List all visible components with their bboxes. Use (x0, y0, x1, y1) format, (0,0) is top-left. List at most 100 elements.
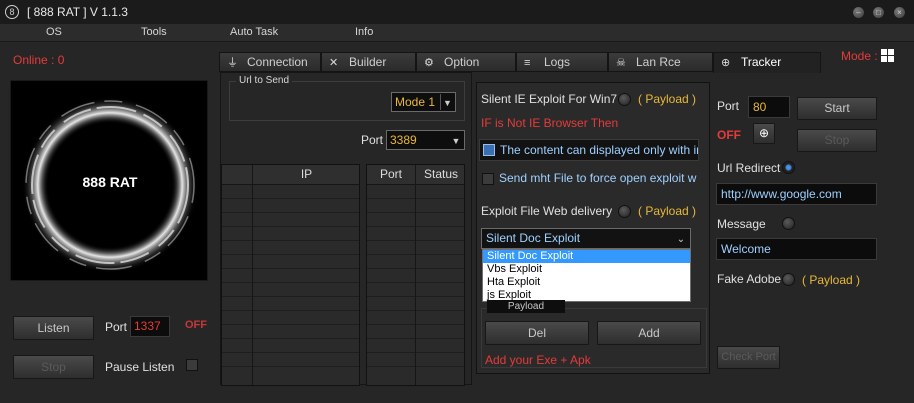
exploit-option[interactable]: Hta Exploit (483, 276, 690, 289)
exploit-option[interactable]: Silent Doc Exploit (483, 250, 690, 263)
tab-logs[interactable]: ≡ Logs (516, 52, 608, 72)
tab-connection[interactable]: ⏚ Connection (219, 52, 321, 72)
menu-bar: OS Tools Auto Task Info (0, 24, 914, 42)
listen-status: OFF (185, 319, 207, 331)
pause-listen-checkbox[interactable] (186, 359, 198, 371)
tracker-port-input[interactable]: 80 (748, 96, 790, 118)
menu-tools[interactable]: Tools (141, 26, 167, 38)
fake-adobe-radio[interactable] (782, 273, 795, 286)
globe-icon[interactable]: ⊕ (753, 123, 775, 144)
table-row (222, 353, 359, 367)
table-row (222, 241, 359, 255)
mode-select-value: Mode 1 (395, 95, 436, 109)
table-row (222, 213, 359, 227)
tools-icon: ✕ (329, 57, 339, 69)
del-button[interactable]: Del (485, 321, 589, 345)
payload-legend: Payload (487, 300, 565, 313)
maximize-icon[interactable]: □ (872, 6, 885, 19)
message-input[interactable]: Welcome (716, 238, 877, 260)
menu-auto-task[interactable]: Auto Task (230, 26, 278, 38)
window-title: [ 888 RAT ] V 1.1.3 (27, 5, 128, 19)
message-radio[interactable] (782, 217, 795, 230)
tab-tracker[interactable]: ⊕ Tracker (713, 52, 821, 73)
pause-listen-label: Pause Listen (105, 360, 175, 374)
menu-info[interactable]: Info (355, 26, 373, 38)
logo-text: 888 RAT (82, 174, 138, 190)
exploit-type-value: Silent Doc Exploit (486, 231, 581, 245)
table-row (222, 325, 359, 339)
table-row (222, 311, 359, 325)
title-bar: 8 [ 888 RAT ] V 1.1.3 – □ × (0, 0, 914, 24)
silent-ie-radio[interactable] (618, 93, 631, 106)
mht-option-label: Send mht File to force open exploit with… (499, 171, 697, 185)
listen-port-input[interactable]: 1337 (130, 316, 170, 337)
table-row (222, 185, 359, 199)
check-port-button[interactable]: Check Port (717, 346, 780, 369)
tracker-panel: Port 80 Start OFF ⊕ Stop Url Redirect ht… (712, 82, 908, 374)
plug-icon: ⏚ (227, 57, 238, 69)
tracker-stop-button[interactable]: Stop (797, 129, 877, 152)
chevron-down-icon: ⌄ (676, 234, 686, 245)
app-logo-icon: 8 (5, 5, 19, 19)
chevron-down-icon: ▼ (440, 94, 454, 110)
add-hint: Add your Exe + Apk (485, 353, 591, 367)
tracker-port-label: Port (717, 99, 740, 113)
content-option-label: The content can displayed only with inte… (500, 143, 698, 157)
fake-adobe-label: Fake Adobe (717, 272, 782, 286)
ip-grid[interactable]: IP (221, 164, 360, 386)
listen-button[interactable]: Listen (13, 316, 94, 340)
message-label: Message (717, 217, 766, 231)
table-row (222, 297, 359, 311)
content-option-checkbox[interactable] (483, 144, 495, 156)
table-row (222, 339, 359, 353)
menu-os[interactable]: OS (46, 26, 62, 38)
exploit-option[interactable]: Vbs Exploit (483, 263, 690, 276)
url-redirect-label: Url Redirect (717, 161, 781, 175)
table-row (222, 255, 359, 269)
silent-ie-payload-link[interactable]: ( Payload ) (638, 92, 696, 106)
file-delivery-radio[interactable] (618, 205, 631, 218)
mode-select[interactable]: Mode 1 ▼ (391, 92, 456, 112)
close-icon[interactable]: × (893, 6, 906, 19)
url-redirect-radio[interactable] (782, 161, 795, 174)
connection-panel: Url to Send Mode 1 ▼ Port 3389 ▼ IP Port… (220, 72, 472, 386)
online-count: Online : 0 (13, 53, 65, 67)
tab-option[interactable]: ⚙ Option (416, 52, 516, 72)
table-row (222, 269, 359, 283)
silent-ie-label: Silent IE Exploit For Win7 (481, 92, 618, 106)
ip-grid-header: IP (222, 165, 359, 185)
logo-image: 888 RAT (10, 80, 208, 281)
fake-adobe-payload-link[interactable]: ( Payload ) (802, 273, 860, 287)
file-delivery-payload-link[interactable]: ( Payload ) (638, 204, 696, 218)
conn-port-select[interactable]: 3389 ▼ (386, 130, 465, 150)
tracker-start-button[interactable]: Start (797, 97, 877, 120)
port-label: Port (105, 320, 128, 334)
status-header: Status (423, 167, 459, 181)
exploit-panel: Silent IE Exploit For Win7 ( Payload ) I… (476, 82, 710, 374)
globe-icon: ⊕ (721, 57, 731, 69)
chevron-down-icon: ▼ (451, 136, 461, 146)
minimize-icon[interactable]: – (852, 6, 865, 19)
conn-port-value: 3389 (390, 133, 417, 147)
content-option-row[interactable]: The content can displayed only with inte… (479, 139, 699, 161)
table-row (222, 283, 359, 297)
port-header: Port (379, 167, 402, 181)
url-redirect-input[interactable]: http://www.google.com (716, 183, 877, 205)
mht-option-checkbox[interactable] (482, 173, 494, 185)
tab-lan-rce[interactable]: ☠ Lan Rce (608, 52, 713, 72)
add-button[interactable]: Add (597, 321, 701, 345)
skull-icon: ☠ (616, 57, 626, 69)
ip-header: IP (300, 167, 313, 181)
port-status-grid[interactable]: Port Status (366, 164, 465, 386)
tracker-status: OFF (717, 128, 741, 142)
exploit-type-list[interactable]: Silent Doc Exploit Vbs Exploit Hta Explo… (482, 249, 691, 302)
exploit-type-select[interactable]: Silent Doc Exploit ⌄ (481, 228, 691, 249)
conn-port-label: Port (361, 133, 384, 147)
stop-button[interactable]: Stop (13, 355, 94, 379)
database-icon: ≡ (524, 57, 531, 69)
url-to-send-legend: Url to Send (236, 75, 293, 86)
gear-icon: ⚙ (424, 57, 434, 69)
table-row (222, 199, 359, 213)
file-delivery-label: Exploit File Web delivery (481, 204, 613, 218)
tab-builder[interactable]: ✕ Builder (321, 52, 416, 72)
